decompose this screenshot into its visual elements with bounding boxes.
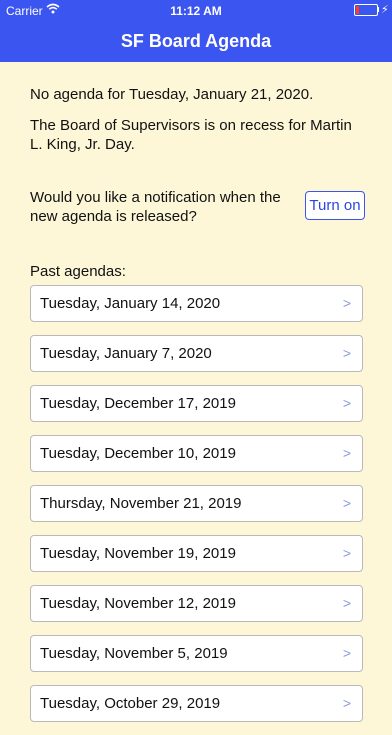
agenda-row[interactable]: Tuesday, November 12, 2019 > [30,585,363,622]
agenda-row[interactable]: Tuesday, January 14, 2020 > [30,285,363,322]
agenda-date: Tuesday, November 19, 2019 [40,545,236,562]
turn-on-button[interactable]: Turn on [305,191,365,220]
recess-message: The Board of Supervisors is on recess fo… [30,117,352,153]
agenda-row[interactable]: Tuesday, January 7, 2020 > [30,335,363,372]
agenda-date: Tuesday, December 17, 2019 [40,395,236,412]
agenda-row[interactable]: Tuesday, October 29, 2019 > [30,685,363,722]
chevron-right-icon: > [342,445,351,461]
charging-icon: ⚡ [381,4,389,16]
agenda-date: Tuesday, January 14, 2020 [40,295,221,312]
app-header: Carrier 11:12 AM ⚡ SF Board Agenda [0,0,392,62]
agenda-date: Tuesday, January 7, 2020 [40,345,212,362]
agenda-date: Tuesday, November 5, 2019 [40,645,228,662]
agenda-date: Tuesday, November 12, 2019 [40,595,236,612]
agenda-row[interactable]: Tuesday, November 19, 2019 > [30,535,363,572]
past-agendas-heading: Past agendas: [30,263,126,280]
chevron-right-icon: > [342,645,351,661]
agenda-date: Thursday, November 21, 2019 [40,495,242,512]
agenda-date: Tuesday, December 10, 2019 [40,445,236,462]
agenda-row[interactable]: Tuesday, December 17, 2019 > [30,385,363,422]
chevron-right-icon: > [342,695,351,711]
agenda-row[interactable]: Tuesday, November 5, 2019 > [30,635,363,672]
chevron-right-icon: > [342,495,351,511]
agenda-row[interactable]: Tuesday, December 10, 2019 > [30,435,363,472]
clock: 11:12 AM [170,4,222,18]
battery-cap [377,7,379,12]
chevron-right-icon: > [342,545,351,561]
chevron-right-icon: > [342,595,351,611]
notification-prompt: Would you like a notification when the n… [30,189,281,225]
battery-icon [354,4,378,16]
status-bar: Carrier 11:12 AM ⚡ [0,0,392,20]
chevron-right-icon: > [342,345,351,361]
agenda-date: Tuesday, October 29, 2019 [40,695,221,712]
chevron-right-icon: > [342,395,351,411]
page-title: SF Board Agenda [120,31,272,51]
no-agenda-message: No agenda for Tuesday, January 21, 2020. [30,86,314,103]
chevron-right-icon: > [342,295,351,311]
past-agendas-list: Tuesday, January 14, 2020 > Tuesday, Jan… [30,285,363,735]
agenda-row[interactable]: Thursday, November 21, 2019 > [30,485,363,522]
